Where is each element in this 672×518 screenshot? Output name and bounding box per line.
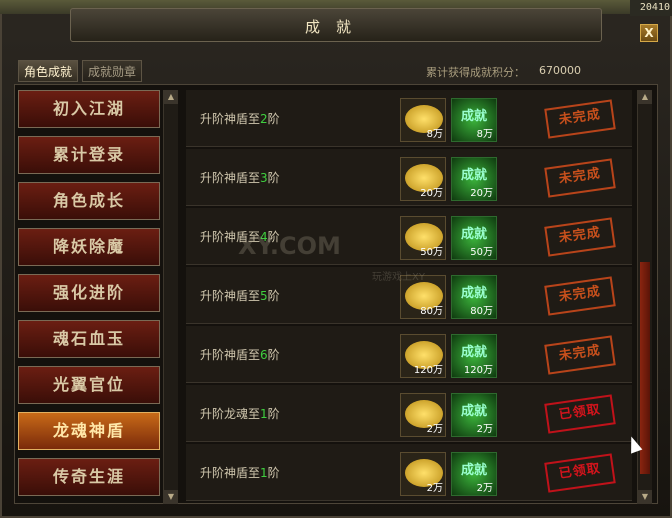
- status-stamp: 未完成: [544, 276, 616, 316]
- category-sidebar: 初入江湖 累计登录 角色成长 降妖除魔 强化进阶 魂石血玉 光翼官位 龙魂神盾 …: [18, 90, 160, 504]
- achievement-list: 升阶神盾至2阶 8万 成就 8万 未完成 升阶神盾至3阶 20万 成就 20万 未完…: [186, 90, 632, 504]
- achievement-points-icon[interactable]: 成就 2万: [451, 452, 497, 496]
- row-label: 升阶神盾至5阶: [200, 289, 280, 303]
- achievement-points-icon[interactable]: 成就 20万: [451, 157, 497, 201]
- gold-reward-icon[interactable]: 50万: [400, 216, 446, 260]
- row-label: 升阶神盾至6阶: [200, 348, 280, 362]
- tab-achievement-medals[interactable]: 成就勋章: [82, 60, 142, 82]
- achievement-points-icon[interactable]: 成就 8万: [451, 98, 497, 142]
- scroll-down-icon[interactable]: ▼: [164, 490, 178, 504]
- tab-character-achievements[interactable]: 角色成就: [18, 60, 78, 82]
- status-stamp: 已领取: [544, 453, 616, 493]
- achievement-points-icon[interactable]: 成就 2万: [451, 393, 497, 437]
- status-stamp: 未完成: [544, 99, 616, 139]
- row-label: 升阶神盾至3阶: [200, 171, 280, 185]
- gold-reward-icon[interactable]: 2万: [400, 393, 446, 437]
- scroll-down-icon[interactable]: ▼: [638, 490, 652, 504]
- sidebar-item-soulstone[interactable]: 魂石血玉: [18, 320, 160, 358]
- sidebar-item-login[interactable]: 累计登录: [18, 136, 160, 174]
- sidebar-item-chuRu[interactable]: 初入江湖: [18, 90, 160, 128]
- watermark-subtext: 玩游戏上XY: [372, 272, 425, 283]
- status-stamp: 未完成: [544, 217, 616, 257]
- score-value: 670000: [539, 64, 581, 77]
- status-stamp: 未完成: [544, 158, 616, 198]
- gold-reward-icon[interactable]: 8万: [400, 98, 446, 142]
- window-title: 成就: [304, 18, 367, 36]
- status-stamp: 未完成: [544, 335, 616, 375]
- row-label: 升阶神盾至1阶: [200, 466, 280, 480]
- score-label: 累计获得成就积分：: [426, 66, 525, 79]
- scroll-up-icon[interactable]: ▲: [638, 90, 652, 104]
- row-label: 升阶龙魂至1阶: [200, 407, 280, 421]
- sidebar-item-growth[interactable]: 角色成长: [18, 182, 160, 220]
- achievement-points-icon[interactable]: 成就 120万: [451, 334, 497, 378]
- list-item: 升阶神盾至6阶 120万 成就 120万 未完成: [186, 326, 632, 383]
- list-item: 升阶神盾至1阶 2万 成就 2万 已领取: [186, 444, 632, 501]
- sidebar-item-demons[interactable]: 降妖除魔: [18, 228, 160, 266]
- list-item: 升阶龙魂至1阶 2万 成就 2万 已领取: [186, 385, 632, 442]
- sidebar-scrollbar[interactable]: ▲ ▼: [163, 90, 178, 504]
- watermark-text: XY.COM: [238, 232, 341, 260]
- gold-reward-icon[interactable]: 2万: [400, 452, 446, 496]
- row-label: 升阶神盾至2阶: [200, 112, 280, 126]
- sidebar-item-dragon-shield[interactable]: 龙魂神盾: [18, 412, 160, 450]
- sidebar-item-enhance[interactable]: 强化进阶: [18, 274, 160, 312]
- close-button[interactable]: X: [640, 24, 658, 42]
- achievement-points-icon[interactable]: 成就 80万: [451, 275, 497, 319]
- status-stamp: 已领取: [544, 394, 616, 434]
- gold-reward-icon[interactable]: 120万: [400, 334, 446, 378]
- scroll-up-icon[interactable]: ▲: [164, 90, 178, 104]
- gold-reward-icon[interactable]: 20万: [400, 157, 446, 201]
- achievement-points-icon[interactable]: 成就 50万: [451, 216, 497, 260]
- list-item: 升阶神盾至2阶 8万 成就 8万 未完成: [186, 90, 632, 147]
- sidebar-item-wings[interactable]: 光翼官位: [18, 366, 160, 404]
- corner-status-text: 20410: [630, 0, 672, 16]
- list-item: 升阶神盾至3阶 20万 成就 20万 未完成: [186, 149, 632, 206]
- sidebar-item-legend[interactable]: 传奇生涯: [18, 458, 160, 496]
- scrollbar-thumb[interactable]: [640, 262, 650, 474]
